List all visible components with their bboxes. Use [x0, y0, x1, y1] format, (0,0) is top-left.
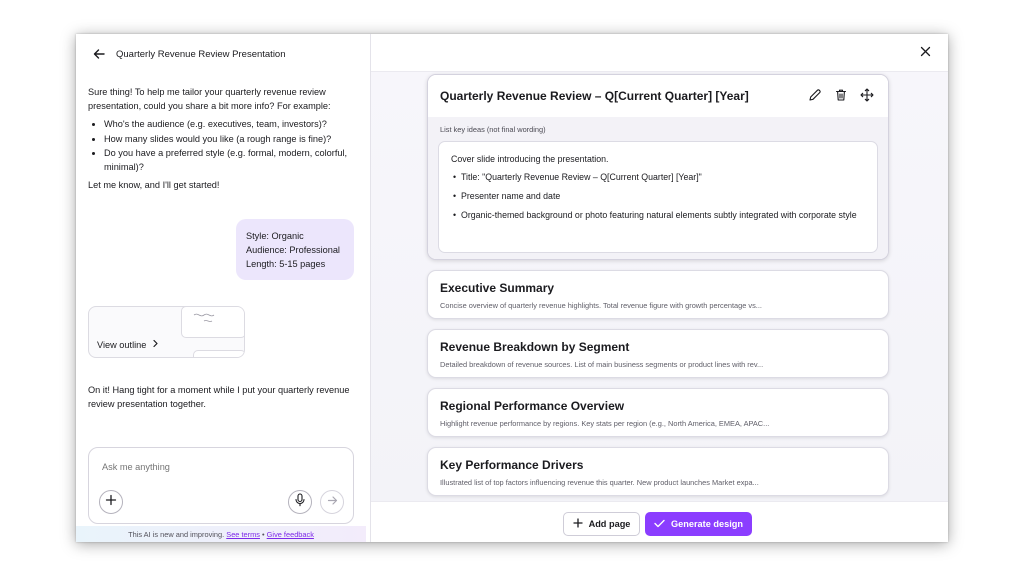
disclaimer-text: This AI is new and improving.	[128, 530, 225, 539]
app-window: Quarterly Revenue Review Presentation Su…	[76, 34, 948, 542]
generate-design-label: Generate design	[671, 519, 743, 529]
view-outline-label: View outline	[97, 339, 147, 350]
see-terms-link[interactable]: See terms	[226, 530, 260, 539]
assistant-closing: Let me know, and I'll get started!	[88, 180, 220, 190]
outline-actions: Add page Generate design	[371, 501, 948, 542]
view-outline-card[interactable]: View outline	[88, 306, 245, 358]
user-message: Style: Organic Audience: Professional Le…	[236, 219, 354, 280]
assistant-message: Sure thing! To help me tailor your quart…	[88, 86, 350, 193]
question-item: Do you have a preferred style (e.g. form…	[104, 147, 350, 174]
send-button[interactable]	[320, 490, 344, 514]
content-bullet: Title: "Quarterly Revenue Review – Q[Cur…	[451, 171, 865, 184]
outline-panel: Quarterly Revenue Review – Q[Current Qua…	[370, 34, 948, 542]
active-card-body: List key ideas (not final wording) Cover…	[428, 117, 888, 259]
user-message-line: Audience: Professional	[246, 245, 340, 255]
outline-page-card[interactable]: Regional Performance Overview Highlight …	[427, 388, 889, 437]
arrow-right-icon	[327, 493, 338, 511]
give-feedback-link[interactable]: Give feedback	[267, 530, 314, 539]
close-icon	[920, 44, 931, 62]
user-message-line: Length: 5-15 pages	[246, 259, 326, 269]
outline-list: Quarterly Revenue Review – Q[Current Qua…	[371, 72, 948, 501]
question-item: How many slides would you like (a rough …	[104, 133, 350, 147]
add-attachment-button[interactable]	[99, 490, 123, 514]
move-icon[interactable]	[860, 88, 874, 102]
outline-page-card[interactable]: Revenue Breakdown by Segment Detailed br…	[427, 329, 889, 378]
arrow-left-icon[interactable]	[92, 47, 106, 61]
assistant-progress-message: On it! Hang tight for a moment while I p…	[88, 385, 350, 409]
close-button[interactable]	[915, 43, 935, 63]
plus-icon	[572, 518, 583, 530]
page-content-editor[interactable]: Cover slide introducing the presentation…	[438, 141, 878, 253]
user-message-line: Style: Organic	[246, 231, 304, 241]
card-toolbar	[808, 88, 874, 102]
check-icon	[654, 519, 665, 530]
outline-panel-header	[371, 34, 948, 72]
content-intro: Cover slide introducing the presentation…	[451, 154, 609, 164]
active-card-header: Quarterly Revenue Review – Q[Current Qua…	[428, 75, 888, 117]
disclaimer-separator: •	[262, 530, 265, 539]
chat-composer	[88, 447, 354, 524]
page-title: Revenue Breakdown by Segment	[440, 340, 630, 354]
page-title: Key Performance Drivers	[440, 458, 584, 472]
content-bullet: Organic-themed background or photo featu…	[451, 209, 865, 222]
page-description: Detailed breakdown of revenue sources. L…	[440, 360, 764, 369]
chat-title: Quarterly Revenue Review Presentation	[116, 48, 286, 60]
question-list: Who's the audience (e.g. executives, tea…	[104, 118, 350, 174]
microphone-button[interactable]	[288, 490, 312, 514]
generate-design-button[interactable]: Generate design	[645, 512, 752, 536]
page-description: Highlight revenue performance by regions…	[440, 419, 770, 428]
ai-disclaimer: This AI is new and improving. See terms …	[76, 526, 366, 542]
question-item: Who's the audience (e.g. executives, tea…	[104, 118, 350, 132]
outline-page-card[interactable]: Executive Summary Concise overview of qu…	[427, 270, 889, 319]
add-page-label: Add page	[588, 519, 631, 529]
page-title: Regional Performance Overview	[440, 399, 625, 413]
trash-icon[interactable]	[834, 88, 848, 102]
page-title: Executive Summary	[440, 281, 555, 295]
page-description: Illustrated list of top factors influenc…	[440, 478, 759, 487]
chat-header: Quarterly Revenue Review Presentation	[76, 34, 366, 74]
chevron-right-icon	[152, 339, 159, 350]
key-ideas-hint: List key ideas (not final wording)	[440, 125, 546, 134]
assistant-intro: Sure thing! To help me tailor your quart…	[88, 87, 331, 111]
plus-icon	[105, 493, 117, 511]
content-bullet: Presenter name and date	[451, 190, 865, 203]
outline-page-card-active[interactable]: Quarterly Revenue Review – Q[Current Qua…	[427, 74, 889, 260]
content-bullets: Title: "Quarterly Revenue Review – Q[Cur…	[451, 171, 865, 222]
active-card-title[interactable]: Quarterly Revenue Review – Q[Current Qua…	[440, 89, 749, 103]
chat-panel: Quarterly Revenue Review Presentation Su…	[76, 34, 366, 542]
chat-input[interactable]	[102, 462, 302, 472]
pencil-icon[interactable]	[808, 88, 822, 102]
outline-page-card[interactable]: Key Performance Drivers Illustrated list…	[427, 447, 889, 496]
page-description: Concise overview of quarterly revenue hi…	[440, 301, 762, 310]
outline-thumbnail	[193, 350, 244, 357]
view-outline-link[interactable]: View outline	[97, 339, 159, 350]
add-page-button[interactable]: Add page	[563, 512, 640, 536]
microphone-icon	[294, 492, 306, 512]
outline-thumbnail	[181, 307, 244, 338]
